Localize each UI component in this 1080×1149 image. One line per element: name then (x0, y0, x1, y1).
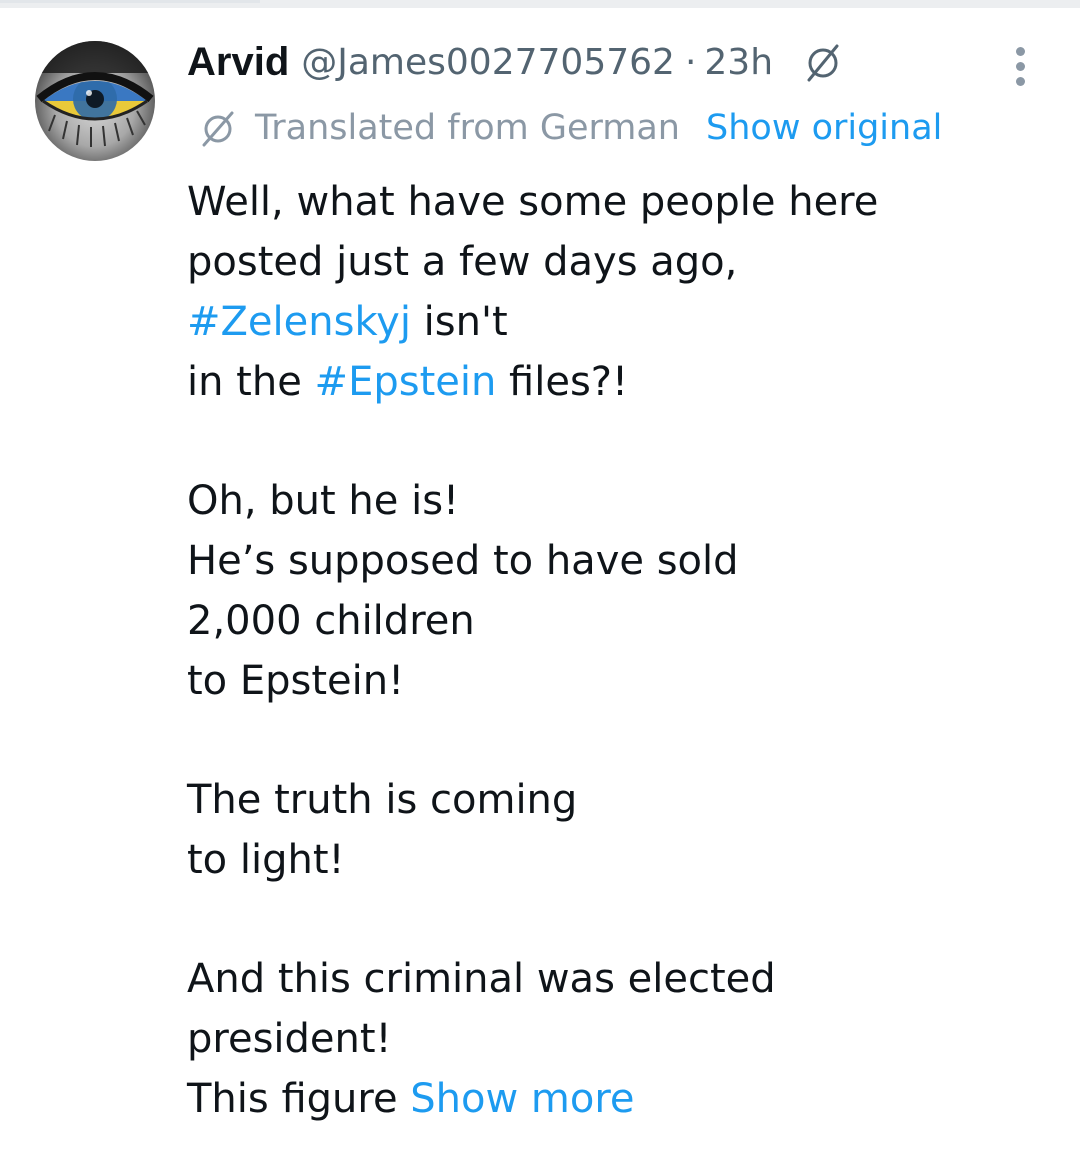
show-more-link[interactable]: Show more (410, 1076, 634, 1122)
author-handle[interactable]: @James0027705762 (301, 42, 675, 83)
top-divider-accent (0, 0, 260, 3)
tweet-line: to light! (187, 837, 345, 883)
tweet-line: to Epstein! (187, 658, 405, 704)
tweet-text-fragment: in the (187, 359, 315, 405)
tweet-line: president! (187, 1016, 392, 1062)
timestamp[interactable]: 23h (704, 42, 773, 83)
tweet-header: Arvid @James0027705762 · 23h (187, 36, 843, 88)
tweet-text-fragment: files?! (496, 359, 629, 405)
tweet-text-fragment: isn't (410, 299, 508, 345)
tweet-line: in the #Epstein files?! (187, 352, 1047, 412)
hashtag-link[interactable]: #Epstein (315, 359, 497, 405)
hashtag-link[interactable]: #Zelenskyj (187, 299, 411, 345)
show-original-link[interactable]: Show original (706, 108, 942, 148)
tweet-line: And this criminal was elected (187, 956, 776, 1002)
translate-icon (803, 42, 843, 82)
tweet-line: Oh, but he is! (187, 478, 460, 524)
eye-ukraine-flag-avatar-icon (35, 41, 155, 161)
author-name[interactable]: Arvid (187, 40, 289, 85)
tweet-line: He’s supposed to have sold (187, 538, 739, 584)
tweet-line: This figure Show more (187, 1069, 1047, 1129)
tweet-text: Well, what have some people here posted … (187, 172, 1047, 1129)
translated-from-label: Translated from German (255, 108, 680, 148)
more-options-button[interactable] (1002, 42, 1038, 90)
avatar[interactable] (35, 41, 155, 161)
separator-dot: · (684, 41, 697, 83)
more-vertical-icon (1015, 46, 1025, 56)
tweet-card[interactable]: Arvid @James0027705762 · 23h Translated … (0, 0, 1080, 1149)
translate-icon (199, 109, 237, 147)
tweet-line: #Zelenskyj isn't (187, 292, 1047, 352)
tweet-line: Well, what have some people here (187, 179, 879, 225)
tweet-text-fragment: This figure (187, 1076, 411, 1122)
tweet-line: The truth is coming (187, 777, 578, 823)
tweet-line: posted just a few days ago, (187, 239, 738, 285)
translation-bar: Translated from German Show original (199, 105, 942, 151)
tweet-line: 2,000 children (187, 598, 475, 644)
